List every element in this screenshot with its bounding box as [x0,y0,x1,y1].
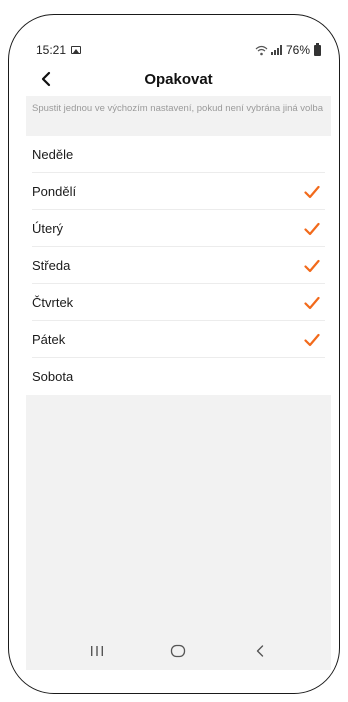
status-time: 15:21 [36,43,67,57]
day-label: Neděle [32,147,74,162]
day-row-ctvrtek[interactable]: Čtvrtek [26,284,331,321]
nav-bar [26,632,331,670]
status-right: 76% [255,42,321,57]
status-left: 15:21 [36,43,82,57]
back-button[interactable] [34,66,58,92]
battery-percent: 76% [285,43,310,57]
signal-icon [270,45,282,55]
day-row-patek[interactable]: Pátek [26,321,331,358]
day-label: Středa [32,258,71,273]
page-title: Opakovat [144,70,213,88]
day-row-pondeli[interactable]: Pondělí [26,173,331,210]
check-icon [304,185,320,198]
check-icon [304,222,320,235]
chevron-left-icon [41,71,51,87]
status-bar: 15:21 76% [26,38,331,62]
nav-back-button[interactable] [240,636,280,666]
home-icon [171,644,186,658]
day-row-utery[interactable]: Úterý [26,210,331,247]
day-row-nedele[interactable]: Neděle [26,136,331,173]
screen: 15:21 76% Opakovat Spustit jednou ve výc… [26,38,331,670]
check-icon [304,296,320,309]
check-icon [304,333,320,346]
battery-icon [314,42,321,56]
day-label: Pondělí [32,184,77,199]
day-label: Úterý [32,221,64,236]
day-label: Pátek [32,332,66,347]
gallery-icon [71,46,82,54]
day-row-sobota[interactable]: Sobota [26,358,331,395]
day-row-streda[interactable]: Středa [26,247,331,284]
check-icon [304,259,320,272]
wifi-icon [255,45,268,55]
recent-apps-button[interactable] [77,636,117,666]
day-label: Čtvrtek [32,295,74,310]
header: Opakovat [26,62,331,96]
day-label: Sobota [32,369,74,384]
home-button[interactable] [158,636,198,666]
back-icon [256,645,264,657]
day-list: Neděle Pondělí Úterý Středa Čtvrtek Páte… [26,136,331,395]
recent-apps-icon [90,646,103,656]
hint-text: Spustit jednou ve výchozím nastavení, po… [26,96,331,136]
